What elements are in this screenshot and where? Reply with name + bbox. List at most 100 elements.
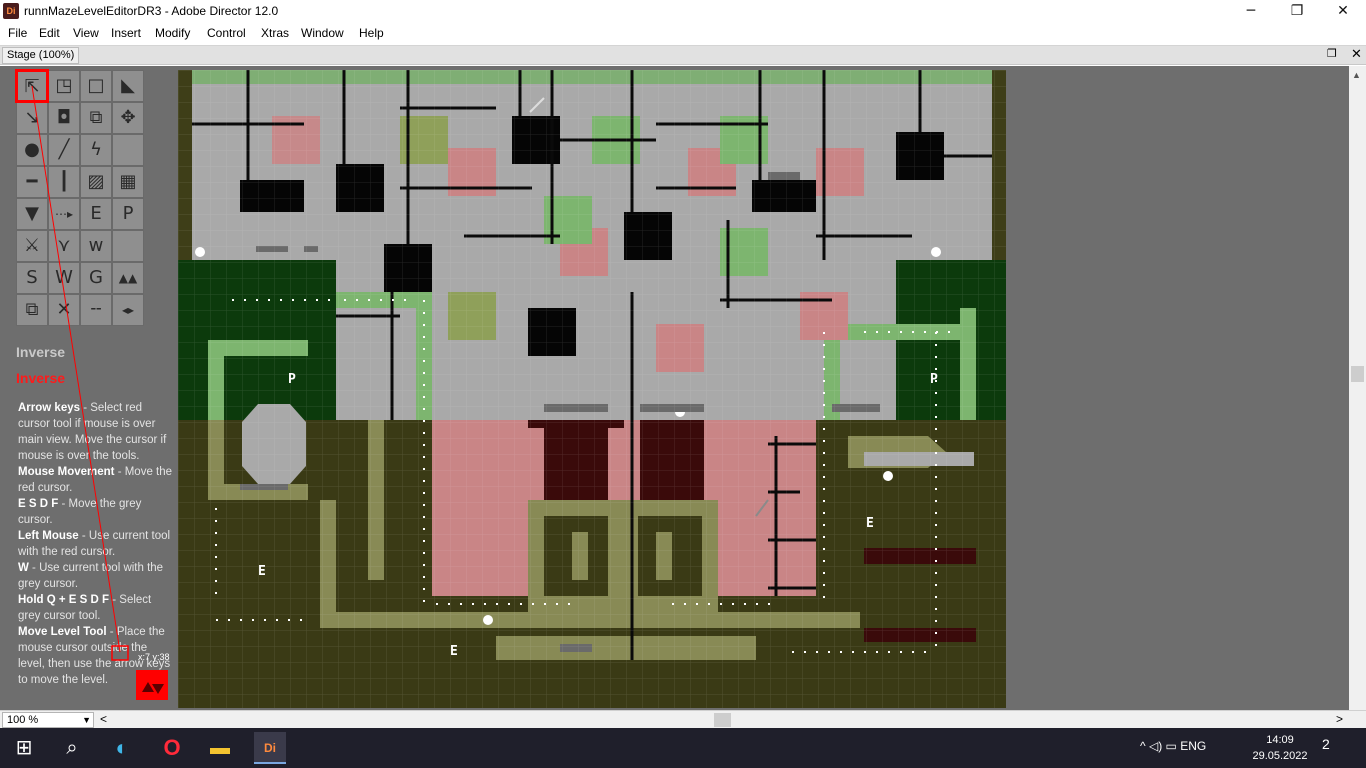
edge-browser-icon[interactable]: ◐ xyxy=(106,732,138,764)
menu-view[interactable]: View xyxy=(73,26,99,40)
move-arrows-icon[interactable]: ⇱ xyxy=(16,70,48,102)
clock-time: 14:09 xyxy=(1266,734,1294,746)
arrow-down-right-icon[interactable]: ↘ xyxy=(16,102,48,134)
cursor-coordinate-readout: x:7 y:38 xyxy=(138,652,170,662)
stage-bottom-bar: 100 % ▼ < > xyxy=(0,710,1366,728)
help-entry: W - Use current tool with the grey curso… xyxy=(18,560,174,592)
level-editor-canvas[interactable]: P P E E E xyxy=(178,70,1006,708)
maximize-button[interactable]: ❐ xyxy=(1274,0,1320,23)
menu-control[interactable]: Control xyxy=(207,26,246,40)
marker-p-right: P xyxy=(930,372,938,387)
opera-browser-icon[interactable]: O xyxy=(156,732,188,764)
zoom-value: 100 % xyxy=(7,714,39,726)
letter-g-icon[interactable]: G xyxy=(80,262,112,294)
scroll-up-icon[interactable]: ▲ xyxy=(1352,70,1361,80)
grid-square-icon[interactable]: ▦ xyxy=(112,166,144,198)
dotted-arrow-icon[interactable]: ⋯▸ xyxy=(48,198,80,230)
vertical-scroll-thumb[interactable] xyxy=(1351,366,1364,382)
director-taskbar-icon[interactable]: Di xyxy=(254,732,286,764)
stage-close-icon[interactable]: ✕ xyxy=(1351,46,1362,62)
help-key: Arrow keys xyxy=(18,402,81,414)
menu-help[interactable]: Help xyxy=(359,26,384,40)
help-key: E S D F xyxy=(18,498,59,510)
help-entry: Hold Q + E S D F - Select grey cursor to… xyxy=(18,592,174,624)
lightning-icon[interactable]: ϟ xyxy=(80,134,112,166)
grid-overlay xyxy=(178,70,1006,708)
help-key: W xyxy=(18,562,29,574)
horizontal-scroll-thumb[interactable] xyxy=(714,713,731,727)
stage-view[interactable]: ⇱ ◳ □ ◣ ↘ ◘ ⧉ ✥ ● ╱ ϟ ━ ┃ ▨ ▦ ▼ ⋯▸ E P ⚔ ⋎ w S W G ▲▲ ⧉ ✕ ╌ ◂▸ Invers… xyxy=(0,66,1349,710)
help-key: Move Level Tool xyxy=(18,626,107,638)
chevron-down-icon: ▼ xyxy=(82,715,91,725)
letter-s-icon[interactable]: S xyxy=(16,262,48,294)
title-bar: Di runnMazeLevelEditorDR3 - Adobe Direct… xyxy=(0,0,1366,23)
square-corner-icon[interactable]: ◳ xyxy=(48,70,80,102)
window-title: runnMazeLevelEditorDR3 - Adobe Director … xyxy=(24,4,279,18)
help-entry: Arrow keys - Select red cursor tool if m… xyxy=(18,400,174,464)
stacked-squares-icon[interactable]: ⧉ xyxy=(16,294,48,326)
menu-insert[interactable]: Insert xyxy=(111,26,141,40)
horizontal-bar-icon[interactable]: ━ xyxy=(16,166,48,198)
level-map xyxy=(178,70,1006,708)
notifications-icon[interactable]: 2 xyxy=(1322,736,1330,752)
letter-p-icon[interactable]: P xyxy=(112,198,144,230)
menu-xtras[interactable]: Xtras xyxy=(261,26,289,40)
marker-e-right: E xyxy=(866,516,874,531)
vertical-scrollbar[interactable]: ▲ xyxy=(1349,66,1366,710)
letter-e-icon[interactable]: E xyxy=(80,198,112,230)
bat-icon[interactable]: ⋎ xyxy=(48,230,80,262)
hatched-square-icon[interactable]: ▨ xyxy=(80,166,112,198)
stage-window-bar: Stage (100%) ❐ ✕ xyxy=(0,45,1366,65)
director-app-icon: Di xyxy=(3,3,19,19)
square-filled-icon[interactable]: ◘ xyxy=(48,102,80,134)
zoom-select[interactable]: 100 % ▼ xyxy=(2,712,94,728)
stage-restore-icon[interactable]: ❐ xyxy=(1327,47,1337,60)
menu-bar: File Edit View Insert Modify Control Xtr… xyxy=(0,23,1366,43)
spikes-icon[interactable]: ▲▲ xyxy=(112,262,144,294)
square-outline-icon[interactable]: □ xyxy=(80,70,112,102)
help-desc: - Use current tool with the grey cursor. xyxy=(18,562,164,590)
help-key: Hold Q + E S D F xyxy=(18,594,110,606)
marker-p-left: P xyxy=(288,372,296,387)
help-entry: E S D F - Move the grey cursor. xyxy=(18,496,174,528)
clock-date: 29.05.2022 xyxy=(1252,750,1308,762)
left-right-arrows-icon[interactable]: ◂▸ xyxy=(112,294,144,326)
start-icon[interactable]: ⊞ xyxy=(8,732,40,764)
menu-file[interactable]: File xyxy=(8,26,27,40)
minimize-button[interactable]: ─ xyxy=(1228,0,1274,23)
cross-out-icon[interactable]: ✕ xyxy=(48,294,80,326)
help-entry: Left Mouse - Use current tool with the r… xyxy=(18,528,174,560)
system-tray[interactable]: ^ ◁) ▭ ENG xyxy=(1140,739,1206,753)
shield-down-icon[interactable]: ▼ xyxy=(16,198,48,230)
dashed-line-icon[interactable]: ╌ xyxy=(80,294,112,326)
menu-modify[interactable]: Modify xyxy=(155,26,190,40)
help-key: Mouse Movement xyxy=(18,466,115,478)
move-cross-icon[interactable]: ✥ xyxy=(112,102,144,134)
empty-icon[interactable] xyxy=(112,134,144,166)
menu-edit[interactable]: Edit xyxy=(39,26,60,40)
stage-title[interactable]: Stage (100%) xyxy=(2,47,80,64)
help-key: Left Mouse xyxy=(18,530,79,542)
crossed-blades-icon[interactable]: ⚔ xyxy=(16,230,48,262)
marker-e-left: E xyxy=(258,564,266,579)
menu-window[interactable]: Window xyxy=(301,26,344,40)
scroll-left-icon[interactable]: < xyxy=(100,712,107,726)
letter-w-small-icon[interactable]: w xyxy=(80,230,112,262)
letter-w-icon[interactable]: W xyxy=(48,262,80,294)
tool-palette: ⇱ ◳ □ ◣ ↘ ◘ ⧉ ✥ ● ╱ ϟ ━ ┃ ▨ ▦ ▼ ⋯▸ E P ⚔ ⋎ w S W G ▲▲ ⧉ ✕ ╌ ◂▸ xyxy=(16,70,144,326)
file-explorer-icon[interactable]: ▬ xyxy=(204,732,236,764)
ball-icon[interactable]: ● xyxy=(16,134,48,166)
triangle-icon[interactable]: ◣ xyxy=(112,70,144,102)
empty-icon[interactable] xyxy=(112,230,144,262)
copy-squares-icon[interactable]: ⧉ xyxy=(80,102,112,134)
search-icon[interactable]: ⌕ xyxy=(56,732,88,764)
close-button[interactable]: ✕ xyxy=(1320,0,1366,23)
help-entry: Mouse Movement - Move the red cursor. xyxy=(18,464,174,496)
slash-icon[interactable]: ╱ xyxy=(48,134,80,166)
inverse-label-inactive[interactable]: Inverse xyxy=(16,344,65,360)
clock[interactable]: 14:09 29.05.2022 xyxy=(1252,732,1308,764)
vertical-bar-icon[interactable]: ┃ xyxy=(48,166,80,198)
scroll-right-icon[interactable]: > xyxy=(1336,712,1343,726)
inverse-label-active[interactable]: Inverse xyxy=(16,370,65,386)
help-text: Arrow keys - Select red cursor tool if m… xyxy=(18,400,174,688)
